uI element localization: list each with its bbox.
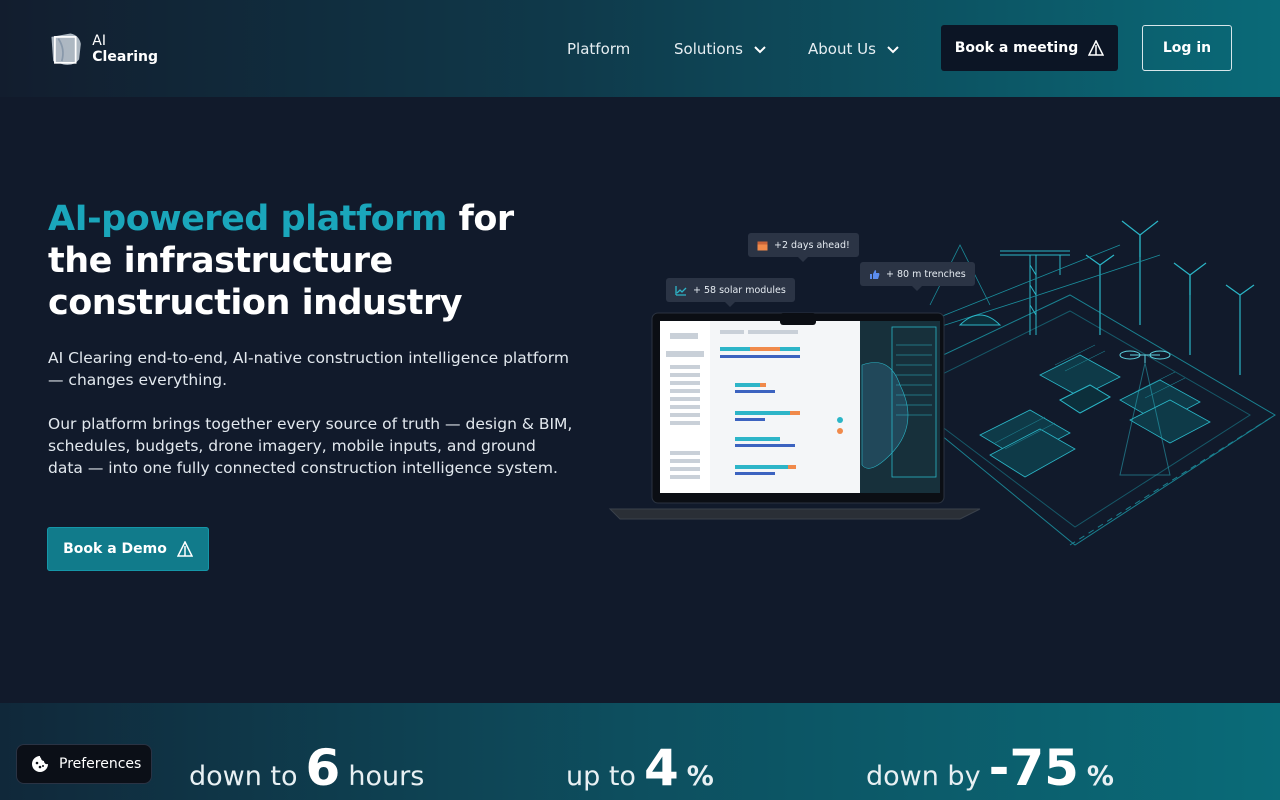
stat-prefix: up to [566,761,636,792]
brand-line2: Clearing [92,49,158,65]
stat-percent-down: down by -75 % [866,743,1114,793]
calendar-icon [757,241,768,250]
stat-prefix: down by [866,761,981,792]
chart-up-icon [675,285,687,296]
nav-solutions[interactable]: Solutions [674,36,767,62]
tooltip-solar-modules: + 58 solar modules [666,278,795,307]
tooltip-trench-label: + 80 m trenches [886,268,966,280]
tooltip-trenches: + 80 m trenches [860,262,975,291]
login-label: Log in [1162,40,1212,56]
site-header: AI Clearing Platform Solutions About Us … [0,0,1280,97]
preferences-label: Preferences [59,756,142,772]
hero-paragraph-2: Our platform brings together every sourc… [48,415,573,477]
stat-percent-up: up to 4 % [566,743,714,793]
book-meeting-label: Book a meeting [954,40,1079,56]
brand-line1: AI [92,33,106,49]
triangle-arrow-icon [1088,40,1105,56]
hero-illustration: +2 days ahead! + 58 solar modules + 80 m… [600,215,1280,555]
stat-unit: hours [348,761,425,792]
stat-prefix: down to [189,761,298,792]
book-demo-label: Book a Demo [63,541,167,557]
nav-platform[interactable]: Platform [567,36,630,62]
book-meeting-button[interactable]: Book a meeting [941,25,1118,71]
hero-title-accent: AI-powered platform [48,199,447,239]
stat-unit: % [686,761,714,792]
tooltip-days-ahead: +2 days ahead! [748,233,859,262]
stat-hours: down to 6 hours [189,743,424,793]
stat-number: 4 [643,739,679,797]
hero-paragraph-1: AI Clearing end-to-end, AI-native constr… [48,349,569,389]
nav-solutions-label: Solutions [674,40,743,58]
login-button[interactable]: Log in [1142,25,1232,71]
stat-number: -75 [988,739,1079,797]
nav-about[interactable]: About Us [808,36,900,62]
stat-unit: % [1086,761,1114,792]
stats-band: down to 6 hours up to 4 % down by -75 % [0,703,1280,800]
tooltip-days-label: +2 days ahead! [774,239,850,251]
stat-number: 6 [305,739,341,797]
book-demo-button[interactable]: Book a Demo [47,527,209,571]
logo[interactable]: AI Clearing [48,28,158,70]
thumbs-up-icon [870,269,880,279]
hero-title: AI-powered platform for the infrastructu… [48,198,568,324]
cookie-preferences-button[interactable]: Preferences [16,744,152,784]
nav-about-label: About Us [808,40,876,58]
logo-mark-icon [51,33,81,65]
chevron-down-icon [754,46,766,54]
triangle-arrow-icon [176,541,193,557]
chevron-down-icon [887,46,899,54]
tooltip-solar-label: + 58 solar modules [693,284,786,296]
nav-platform-label: Platform [567,40,631,58]
cookie-icon [32,756,48,772]
